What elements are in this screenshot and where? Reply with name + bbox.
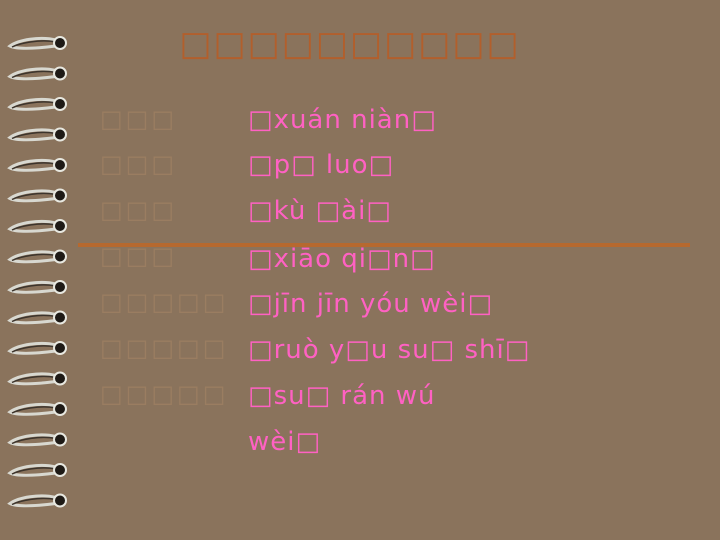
spiral-ring xyxy=(7,280,57,294)
spiral-hole xyxy=(53,463,67,477)
vocab-word-3: □□□ xyxy=(100,196,178,224)
spiral-hole xyxy=(53,493,67,508)
spiral-hole xyxy=(53,371,67,386)
spiral-hole xyxy=(53,188,67,203)
spiral-ring xyxy=(7,128,57,142)
pinyin-4: □xiāo qi□n□ xyxy=(248,244,436,274)
spiral-hole xyxy=(53,402,67,416)
spiral-hole xyxy=(53,127,67,142)
vocab-word-5: □□□□□ xyxy=(100,288,229,316)
spiral-hole xyxy=(53,341,67,355)
spiral-hole xyxy=(53,219,67,233)
spiral-ring xyxy=(7,494,57,508)
pinyin-5: □jīn jīn yóu wèi□ xyxy=(248,289,494,319)
spiral-ring xyxy=(7,97,57,111)
pinyin-2: □p□ luo□ xyxy=(248,150,395,180)
spiral-ring xyxy=(7,158,57,172)
spiral-hole xyxy=(53,432,67,447)
spiral-ring xyxy=(7,311,57,325)
spiral-ring xyxy=(7,67,57,81)
spiral-ring xyxy=(7,219,57,233)
page-title: □□□□□□□□□□ xyxy=(179,24,521,64)
notebook-spiral-binding xyxy=(7,36,67,508)
spiral-ring xyxy=(7,433,57,447)
spiral-hole xyxy=(53,66,67,81)
spiral-hole xyxy=(53,97,67,111)
pinyin-1: □xuán niàn□ xyxy=(248,105,437,135)
pinyin-3: □kù □ài□ xyxy=(248,196,392,226)
vocab-word-4: □□□ xyxy=(100,242,178,270)
spiral-hole xyxy=(53,310,67,325)
vocab-word-6: □□□□□ xyxy=(100,334,229,362)
spiral-ring xyxy=(7,250,57,264)
vocab-word-2: □□□ xyxy=(100,150,178,178)
spiral-ring xyxy=(7,372,57,386)
pinyin-6: □ruò y□u su□ shī□ xyxy=(248,335,531,365)
vocab-word-1: □□□ xyxy=(100,105,178,133)
spiral-ring xyxy=(7,189,57,203)
spiral-hole xyxy=(53,158,67,172)
spiral-hole xyxy=(53,280,67,294)
spiral-ring xyxy=(7,402,57,416)
vocab-word-7: □□□□□ xyxy=(100,380,229,408)
pinyin-7: □su□ rán wú wèi□ xyxy=(248,381,436,457)
spiral-hole xyxy=(53,249,67,264)
spiral-ring xyxy=(7,463,57,477)
spiral-ring xyxy=(7,341,57,355)
